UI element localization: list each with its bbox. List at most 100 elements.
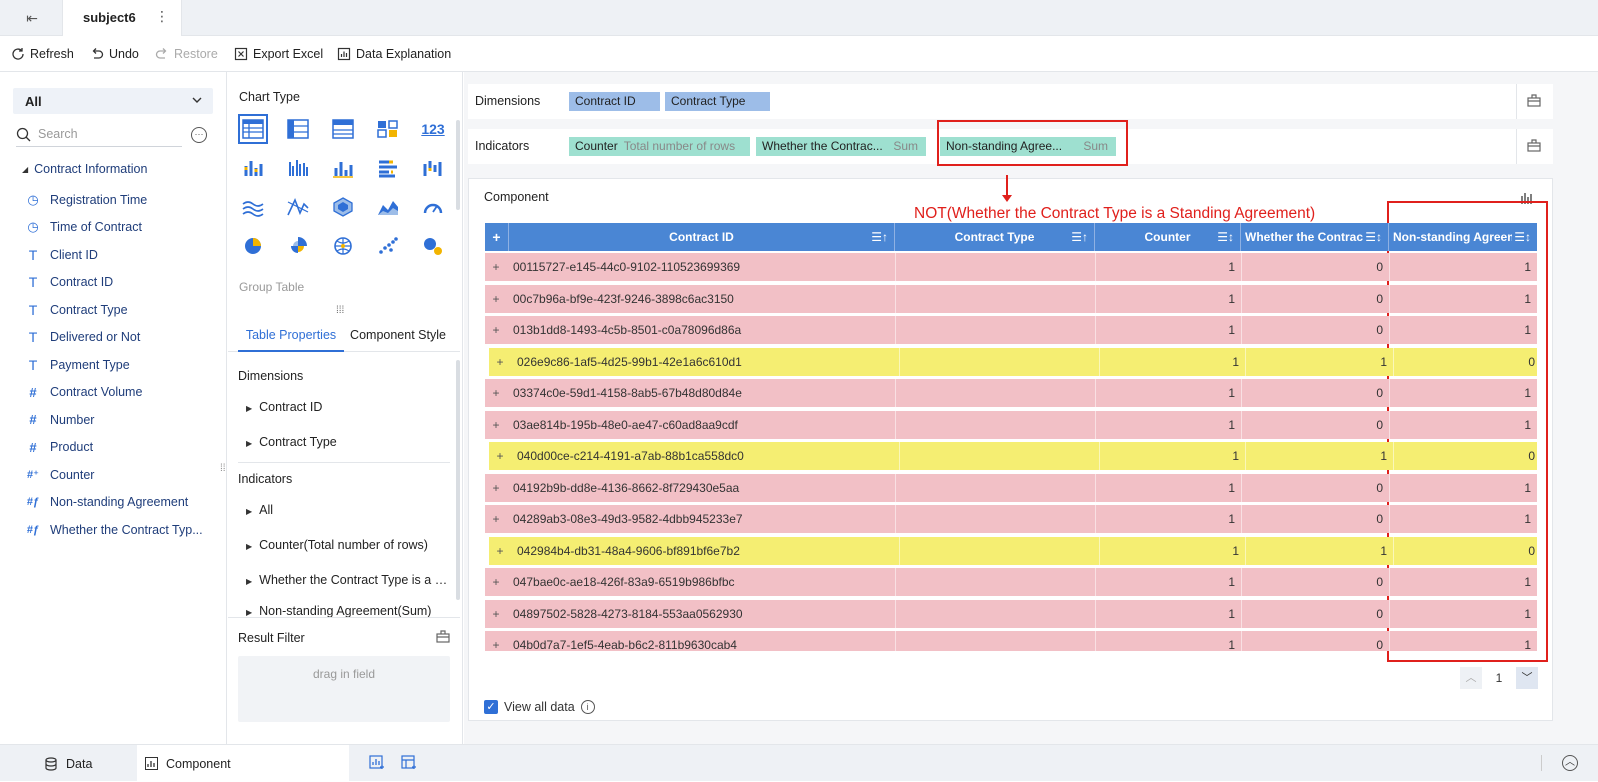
number-chart-icon[interactable]: 123 [418,114,448,144]
column-header-whether-standing[interactable]: Whether the Contract ☰↕ [1241,223,1389,251]
group-table-icon[interactable] [283,114,313,144]
field-item[interactable]: ◷ Registration Time [26,186,216,214]
table-row[interactable]: +04b0d7a7-1ef5-4eab-b6c2-811b9630cab4 1 0 1 [485,631,1537,651]
clear-shelf-icon[interactable] [1527,94,1541,107]
sort-icon[interactable]: ☰↕ [1512,223,1531,251]
field-item[interactable]: T Contract ID [26,269,216,297]
field-item[interactable]: # Product [26,434,216,462]
horizontal-bar-chart-icon[interactable] [373,153,403,183]
field-search-input[interactable]: Search [16,125,182,147]
field-item[interactable]: T Client ID [26,241,216,269]
collapse-up-icon[interactable]: ︿ [1562,755,1578,771]
expand-row-icon[interactable]: + [489,600,503,628]
result-filter-dropzone[interactable]: drag in field [238,656,450,722]
restore-button[interactable]: Restore [155,45,218,63]
more-options-icon[interactable]: ··· [191,127,207,143]
dimension-item[interactable]: ▶ Contract Type [238,425,450,460]
exit-icon[interactable]: ⇤ [22,8,42,28]
data-explanation-button[interactable]: Data Explanation [337,45,451,63]
table-row[interactable]: +00c7b96a-bf9e-423f-9246-3898c6ac3150 1 0 1 [485,284,1537,313]
expand-row-icon[interactable]: + [489,505,503,533]
dimension-pill[interactable]: Contract ID [569,92,660,111]
line-chart-icon[interactable] [238,192,268,222]
column-header-contract-type[interactable]: Contract Type ☰↑ [895,223,1095,251]
table-row[interactable]: +040d00ce-c214-4191-a7ab-88b1ca558dc0 1 1 0 [489,442,1537,470]
add-dashboard-icon[interactable] [401,755,417,770]
expand-row-icon[interactable]: + [489,631,503,651]
indicator-item[interactable]: ▶ Counter(Total number of rows) [238,528,450,563]
gauge-chart-icon[interactable] [418,192,448,222]
subject-tab[interactable]: subject6 ⋮ [62,0,182,36]
field-item[interactable]: #ƒ Whether the Contract Typ... [26,516,216,544]
map-chart-icon[interactable] [328,231,358,261]
table-row[interactable]: +047bae0c-ae18-426f-83a9-6519b986bfbc 1 0 1 [485,568,1537,596]
field-item[interactable]: T Delivered or Not [26,324,216,352]
more-vertical-icon[interactable]: ⋮ [155,8,169,25]
indicator-item[interactable]: ▶ Whether the Contract Type is a St... [238,563,450,598]
page-up-button[interactable]: ︿ [1460,667,1482,689]
table-row[interactable]: +03ae814b-195b-48e0-ae47-c60ad8aa9cdf 1 0 1 [485,410,1537,439]
sort-icon[interactable]: ☰↕ [1363,223,1382,251]
expand-row-icon[interactable]: + [489,379,503,407]
scatter-chart-icon[interactable] [373,231,403,261]
stacked-bar-chart-icon[interactable] [238,153,268,183]
expand-row-icon[interactable]: + [489,411,503,439]
view-all-data-toggle[interactable]: ✓ View all data i [484,700,595,714]
dimension-item[interactable]: ▶ Contract ID [238,390,450,425]
field-item[interactable]: T Contract Type [26,296,216,324]
area-chart-icon[interactable] [373,192,403,222]
indicator-item[interactable]: ▶ All [238,493,450,528]
bubble-chart-icon[interactable] [418,231,448,261]
column-header-counter[interactable]: Counter ☰↕ [1095,223,1241,251]
scope-select[interactable]: All [13,88,213,114]
expand-row-icon[interactable]: + [489,285,503,313]
table-row[interactable]: +042984b4-db31-48a4-9606-bf891bf6e7b2 1 1 0 [489,536,1537,565]
expand-row-icon[interactable]: + [489,474,503,502]
page-down-button[interactable]: ﹀ [1516,667,1538,689]
dimension-pill[interactable]: Contract Type [665,92,770,111]
field-item[interactable]: ◷ Time of Contract [26,214,216,242]
dashboard-cards-icon[interactable] [373,114,403,144]
chart-type-scrollbar[interactable] [456,120,460,210]
indicator-item[interactable]: ▶ Non-standing Agreement(Sum) [238,598,450,618]
table-row[interactable]: +00115727-e145-44c0-9102-110523699369 1 0 1 [485,253,1537,281]
field-item[interactable]: # Contract Volume [26,379,216,407]
tab-component[interactable]: Component [137,745,349,782]
table-row[interactable]: +04289ab3-08e3-49d3-9582-4dbb945233e7 1 0 1 [485,505,1537,533]
field-item[interactable]: #ƒ Non-standing Agreement [26,489,216,517]
add-component-icon[interactable] [369,755,385,770]
properties-scrollbar[interactable] [456,360,460,600]
table-row[interactable]: +013b1dd8-1493-4c5b-8501-c0a78096d86a 1 0 1 [485,316,1537,344]
expand-row-icon[interactable]: + [493,442,507,470]
table-row[interactable]: +026e9c86-1af5-4d25-99b1-42e1a6c610d1 1 1 0 [489,347,1537,376]
splitter-handle-icon[interactable]: ⁞⁞⁞ [336,305,344,316]
expand-row-icon[interactable]: + [493,537,507,565]
grouped-bar-chart-icon[interactable] [283,153,313,183]
checkbox-checked-icon[interactable]: ✓ [484,700,498,714]
pie-chart-icon[interactable] [238,231,268,261]
export-excel-button[interactable]: Export Excel [234,45,323,63]
resize-handle-icon[interactable]: ⁞⁞ [220,464,226,474]
tab-data[interactable]: Data [40,745,136,782]
indicator-pill[interactable]: Whether the Contrac... Sum [756,137,926,156]
indicator-pill[interactable]: Counter Total number of rows [569,137,750,156]
expand-row-icon[interactable]: + [489,316,503,344]
expand-row-icon[interactable]: + [489,568,503,596]
refresh-button[interactable]: Refresh [11,45,74,63]
field-item[interactable]: # Number [26,406,216,434]
table-row[interactable]: +04192b9b-dd8e-4136-8662-8f729430e5aa 1 0 1 [485,473,1537,502]
clear-icon[interactable] [436,630,450,643]
field-item[interactable]: #⁺ Counter [26,461,216,489]
waterfall-chart-icon[interactable] [418,153,448,183]
expand-row-icon[interactable]: + [489,253,503,281]
clear-shelf-icon[interactable] [1527,139,1541,152]
field-item[interactable]: T Payment Type [26,351,216,379]
rose-chart-icon[interactable] [283,231,313,261]
sort-icon[interactable]: ☰↑ [871,223,888,251]
undo-button[interactable]: Undo [90,45,139,63]
radar-chart-icon[interactable] [328,192,358,222]
tab-component-style[interactable]: Component Style [348,318,448,352]
sort-icon[interactable]: ☰↕ [1217,223,1234,251]
table-row[interactable]: +04897502-5828-4273-8184-553aa0562930 1 0 1 [485,599,1537,628]
detail-table-icon[interactable] [238,114,268,144]
